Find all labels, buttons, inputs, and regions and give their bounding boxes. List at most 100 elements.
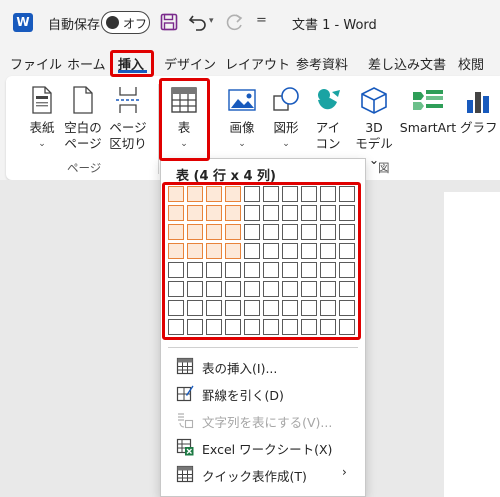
redo-icon[interactable] (223, 12, 245, 34)
grid-cell[interactable] (206, 281, 222, 297)
grid-cell[interactable] (244, 300, 260, 316)
grid-cell[interactable] (263, 205, 279, 221)
grid-cell[interactable] (225, 281, 241, 297)
grid-cell-selected[interactable] (225, 186, 241, 202)
grid-cell[interactable] (301, 205, 317, 221)
grid-cell-selected[interactable] (168, 205, 184, 221)
grid-cell-selected[interactable] (187, 186, 203, 202)
grid-cell[interactable] (206, 319, 222, 335)
grid-cell-selected[interactable] (187, 224, 203, 240)
grid-cell[interactable] (282, 262, 298, 278)
grid-cell-selected[interactable] (168, 186, 184, 202)
grid-cell-selected[interactable] (225, 224, 241, 240)
smartart-button[interactable]: SmartArt (398, 86, 458, 136)
grid-cell[interactable] (320, 186, 336, 202)
menu-item-quick-tables[interactable]: クイック表作成(T) › (176, 463, 356, 485)
grid-cell[interactable] (339, 205, 355, 221)
menu-item-excel-worksheet[interactable]: Excel ワークシート(X) (176, 436, 356, 458)
grid-cell[interactable] (301, 300, 317, 316)
grid-cell-selected[interactable] (225, 243, 241, 259)
grid-cell[interactable] (339, 319, 355, 335)
grid-cell[interactable] (187, 300, 203, 316)
picture-button[interactable]: 画像 ⌄ (222, 86, 262, 152)
grid-cell-selected[interactable] (206, 224, 222, 240)
grid-cell[interactable] (282, 243, 298, 259)
grid-cell[interactable] (187, 319, 203, 335)
grid-cell[interactable] (320, 281, 336, 297)
grid-cell[interactable] (339, 300, 355, 316)
grid-cell[interactable] (187, 281, 203, 297)
grid-cell[interactable] (244, 281, 260, 297)
tab-references[interactable]: 参考資料 (296, 54, 348, 73)
grid-cell[interactable] (263, 300, 279, 316)
grid-cell[interactable] (263, 224, 279, 240)
grid-cell[interactable] (168, 262, 184, 278)
grid-cell[interactable] (168, 300, 184, 316)
grid-cell[interactable] (263, 319, 279, 335)
grid-cell[interactable] (263, 243, 279, 259)
grid-cell[interactable] (244, 205, 260, 221)
grid-cell[interactable] (320, 319, 336, 335)
grid-cell-selected[interactable] (187, 243, 203, 259)
undo-icon[interactable] (188, 12, 208, 32)
grid-cell[interactable] (168, 281, 184, 297)
grid-cell-selected[interactable] (187, 205, 203, 221)
undo-dropdown-icon[interactable]: ▾ (209, 16, 214, 26)
grid-cell[interactable] (244, 186, 260, 202)
grid-cell[interactable] (187, 262, 203, 278)
grid-cell[interactable] (339, 224, 355, 240)
grid-cell[interactable] (282, 224, 298, 240)
grid-cell[interactable] (206, 262, 222, 278)
grid-cell[interactable] (225, 262, 241, 278)
grid-cell-selected[interactable] (168, 243, 184, 259)
save-icon[interactable] (160, 13, 178, 31)
tab-file[interactable]: ファイル (10, 54, 62, 73)
grid-cell[interactable] (301, 319, 317, 335)
shapes-button[interactable]: 図形 ⌄ (266, 86, 306, 152)
tab-home[interactable]: ホーム (67, 54, 106, 73)
grid-cell[interactable] (282, 319, 298, 335)
menu-item-insert-table[interactable]: 表の挿入(I)... (176, 355, 356, 377)
autosave-toggle[interactable]: オフ (101, 11, 150, 34)
grid-cell[interactable] (301, 224, 317, 240)
grid-cell[interactable] (263, 262, 279, 278)
icons-button[interactable]: アイ コン (308, 86, 348, 152)
grid-cell-selected[interactable] (206, 186, 222, 202)
grid-cell-selected[interactable] (206, 205, 222, 221)
tab-layout[interactable]: レイアウト (225, 54, 290, 73)
grid-cell-selected[interactable] (168, 224, 184, 240)
grid-cell[interactable] (301, 243, 317, 259)
grid-cell[interactable] (263, 281, 279, 297)
blank-page-button[interactable]: 空白の ページ (63, 86, 103, 152)
grid-cell[interactable] (339, 243, 355, 259)
grid-cell[interactable] (225, 300, 241, 316)
tab-design[interactable]: デザイン (164, 54, 216, 73)
grid-cell[interactable] (225, 319, 241, 335)
grid-cell[interactable] (244, 262, 260, 278)
page-break-button[interactable]: ページ 区切り (106, 86, 150, 152)
grid-cell[interactable] (320, 262, 336, 278)
grid-cell[interactable] (320, 243, 336, 259)
grid-cell[interactable] (206, 300, 222, 316)
grid-cell[interactable] (168, 319, 184, 335)
grid-cell[interactable] (282, 300, 298, 316)
chart-button[interactable]: グラフ (460, 86, 500, 136)
grid-cell[interactable] (320, 300, 336, 316)
grid-cell[interactable] (301, 262, 317, 278)
grid-cell[interactable] (244, 243, 260, 259)
grid-cell[interactable] (301, 186, 317, 202)
grid-cell[interactable] (320, 224, 336, 240)
grid-cell[interactable] (282, 186, 298, 202)
tab-review[interactable]: 校閲 (458, 54, 484, 73)
grid-cell[interactable] (244, 224, 260, 240)
grid-cell-selected[interactable] (206, 243, 222, 259)
grid-cell[interactable] (282, 281, 298, 297)
document-page[interactable] (444, 192, 500, 497)
grid-cell[interactable] (244, 319, 260, 335)
grid-cell[interactable] (339, 281, 355, 297)
grid-cell[interactable] (339, 262, 355, 278)
grid-cell-selected[interactable] (225, 205, 241, 221)
table-button[interactable]: 表 ⌄ (164, 86, 204, 152)
tab-mailings[interactable]: 差し込み文書 (368, 54, 446, 73)
customize-qat-icon[interactable]: = (256, 13, 267, 28)
